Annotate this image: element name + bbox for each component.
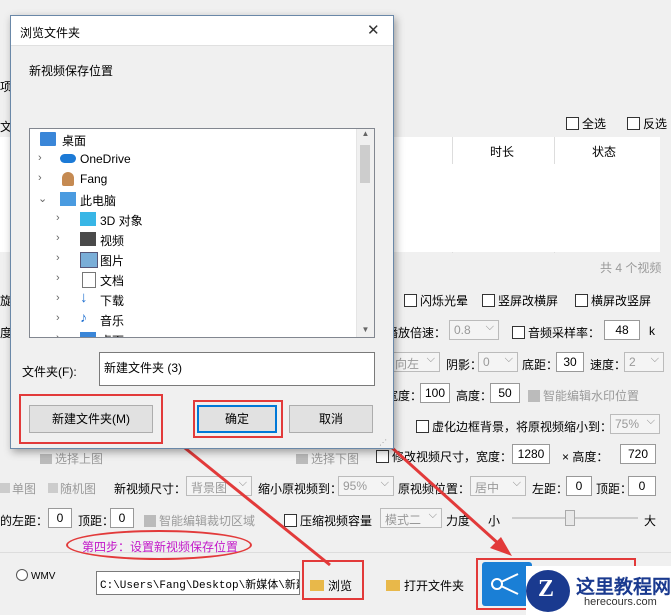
resize-grip[interactable]: ⋰ bbox=[379, 438, 387, 447]
tree-scrollbar-thumb[interactable] bbox=[360, 145, 370, 183]
user-icon bbox=[62, 172, 74, 186]
tree-scrollbar[interactable]: ▲ ▼ bbox=[356, 129, 374, 337]
dialog-titlebar: 浏览文件夹 ✕ bbox=[11, 16, 393, 46]
tree-item-documents[interactable]: › 文档 bbox=[30, 269, 356, 289]
dialog-title: 浏览文件夹 bbox=[20, 26, 81, 40]
computer-icon bbox=[60, 192, 76, 206]
tree-item-downloads[interactable]: › ↓ 下载 bbox=[30, 289, 356, 309]
desktop-icon bbox=[40, 132, 56, 146]
highlight-ok bbox=[193, 400, 283, 438]
browse-folder-dialog: 浏览文件夹 ✕ 新视频保存位置 桌面 › OneDrive › Fang ⌄ 此… bbox=[10, 15, 394, 449]
cloud-icon bbox=[60, 154, 76, 163]
picture-icon bbox=[80, 252, 98, 268]
tree-item-videos[interactable]: › 视频 bbox=[30, 229, 356, 249]
tree-item-pictures[interactable]: › 图片 bbox=[30, 249, 356, 269]
cancel-button[interactable]: 取消 bbox=[289, 405, 373, 433]
tree-item-3d[interactable]: › 3D 对象 bbox=[30, 209, 356, 229]
dialog-subtitle: 新视频保存位置 bbox=[29, 64, 114, 78]
cube-icon bbox=[80, 212, 96, 226]
close-icon[interactable]: ✕ bbox=[367, 21, 380, 39]
tree-item-fang[interactable]: › Fang bbox=[30, 169, 356, 189]
folder-name-input[interactable]: 新建文件夹 (3) bbox=[99, 352, 375, 386]
highlight-new-folder bbox=[19, 394, 163, 444]
tree-item-this-pc[interactable]: ⌄ 此电脑 bbox=[30, 189, 356, 209]
document-icon bbox=[82, 272, 96, 288]
folder-label: 文件夹(F): bbox=[22, 365, 77, 379]
folder-tree[interactable]: 桌面 › OneDrive › Fang ⌄ 此电脑 › 3D 对象 › 视频 bbox=[29, 128, 375, 338]
download-icon: ↓ bbox=[80, 289, 88, 306]
music-icon: ♪ bbox=[80, 309, 87, 325]
film-icon bbox=[80, 232, 96, 246]
tree-item-onedrive[interactable]: › OneDrive bbox=[30, 149, 356, 169]
tree-item-desktop[interactable]: 桌面 bbox=[30, 129, 356, 149]
desktop-icon bbox=[80, 332, 96, 337]
tree-item-desktop-2[interactable]: › 桌面 bbox=[30, 329, 356, 337]
tree-item-music[interactable]: › ♪ 音乐 bbox=[30, 309, 356, 329]
